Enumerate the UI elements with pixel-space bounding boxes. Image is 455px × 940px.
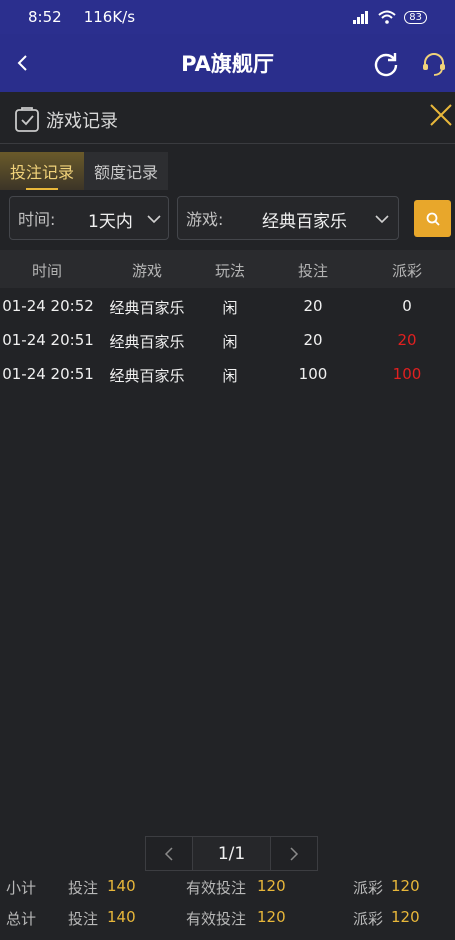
cell-payout: 100 (392, 365, 422, 383)
total-valid-label: 有效投注 (186, 910, 247, 928)
total-bet-value: 140 (107, 908, 136, 926)
cell-bet: 100 (298, 365, 328, 383)
time-filter-label: 时间: (18, 210, 56, 229)
game-filter-select[interactable]: 游戏: 经典百家乐 (177, 196, 399, 240)
table-row[interactable]: 01-24 20:51 经典百家乐 闲 20 20 (0, 323, 455, 357)
total-label: 总计 (6, 910, 37, 928)
total-row: 总计 投注 140 有效投注 120 派彩 120 (0, 905, 455, 931)
app-bar: PA旗舰厅 (0, 34, 455, 92)
game-record-header: 游戏记录 (0, 92, 455, 144)
subtotal-row: 小计 投注 140 有效投注 120 派彩 120 (0, 874, 455, 900)
cell-time: 01-24 20:51 (2, 331, 94, 349)
chevron-down-icon (147, 215, 161, 224)
customer-service-icon[interactable] (420, 50, 448, 78)
chevron-right-icon (290, 846, 299, 861)
total-bet-label: 投注 (68, 910, 99, 928)
cell-time: 01-24 20:52 (2, 297, 94, 315)
back-icon[interactable] (8, 48, 38, 78)
chevron-left-icon (164, 846, 173, 861)
column-header-game: 游戏 (131, 262, 163, 280)
status-icons: 83 (352, 10, 427, 24)
subtotal-valid-value: 120 (257, 877, 286, 895)
tab-label: 投注记录 (9, 163, 74, 182)
game-filter-value: 经典百家乐 (262, 212, 347, 232)
tab-credit-records[interactable]: 额度记录 (84, 152, 168, 190)
total-valid-value: 120 (257, 908, 286, 926)
cell-play: 闲 (222, 367, 238, 385)
cell-bet: 20 (303, 331, 323, 349)
pagination: 1/1 (145, 836, 318, 871)
time-filter-value: 1天内 (88, 212, 133, 232)
record-tabs: 投注记录 额度记录 (0, 152, 168, 190)
column-header-payout: 派彩 (391, 262, 423, 280)
status-time: 8:52 (28, 8, 62, 26)
cell-game: 经典百家乐 (109, 367, 185, 385)
tab-label: 额度记录 (93, 163, 158, 182)
cell-play: 闲 (222, 333, 238, 351)
battery-icon: 83 (404, 10, 427, 24)
tab-bet-records[interactable]: 投注记录 (0, 152, 84, 190)
subtotal-payout-label: 派彩 (353, 879, 384, 897)
prev-page-button[interactable] (145, 836, 193, 871)
cell-payout: 20 (397, 331, 417, 349)
search-icon (426, 212, 440, 226)
subtotal-bet-value: 140 (107, 877, 136, 895)
cell-game: 经典百家乐 (109, 299, 185, 317)
subtotal-payout-value: 120 (391, 877, 420, 895)
search-button[interactable] (414, 200, 451, 237)
cell-time: 01-24 20:51 (2, 365, 94, 383)
column-header-time: 时间 (31, 262, 63, 280)
table-header: 时间 游戏 玩法 投注 派彩 (0, 250, 455, 288)
network-speed: 116K/s (83, 8, 136, 26)
column-header-bet: 投注 (297, 262, 329, 280)
total-payout-label: 派彩 (353, 910, 384, 928)
column-header-play: 玩法 (214, 262, 246, 280)
next-page-button[interactable] (270, 836, 318, 871)
panel-title: 游戏记录 (46, 111, 118, 132)
subtotal-label: 小计 (6, 879, 37, 897)
refresh-icon[interactable] (372, 50, 400, 78)
close-icon[interactable] (428, 102, 454, 128)
subtotal-bet-label: 投注 (68, 879, 99, 897)
subtotal-valid-label: 有效投注 (186, 879, 247, 897)
time-filter-select[interactable]: 时间: 1天内 (9, 196, 169, 240)
game-filter-label: 游戏: (186, 210, 224, 229)
table-row[interactable]: 01-24 20:52 经典百家乐 闲 20 0 (0, 289, 455, 323)
table-row[interactable]: 01-24 20:51 经典百家乐 闲 100 100 (0, 357, 455, 391)
cell-bet: 20 (303, 297, 323, 315)
status-bar: 8:52 116K/s 83 (0, 0, 455, 34)
cell-game: 经典百家乐 (109, 333, 185, 351)
signal-icon (353, 11, 369, 24)
tab-active-indicator (26, 188, 58, 190)
record-clipboard-icon (15, 107, 39, 132)
chevron-down-icon (375, 215, 389, 224)
wifi-icon (378, 10, 396, 24)
cell-play: 闲 (222, 299, 238, 317)
cell-payout: 0 (402, 297, 412, 315)
page-indicator: 1/1 (193, 836, 270, 871)
total-payout-value: 120 (391, 908, 420, 926)
